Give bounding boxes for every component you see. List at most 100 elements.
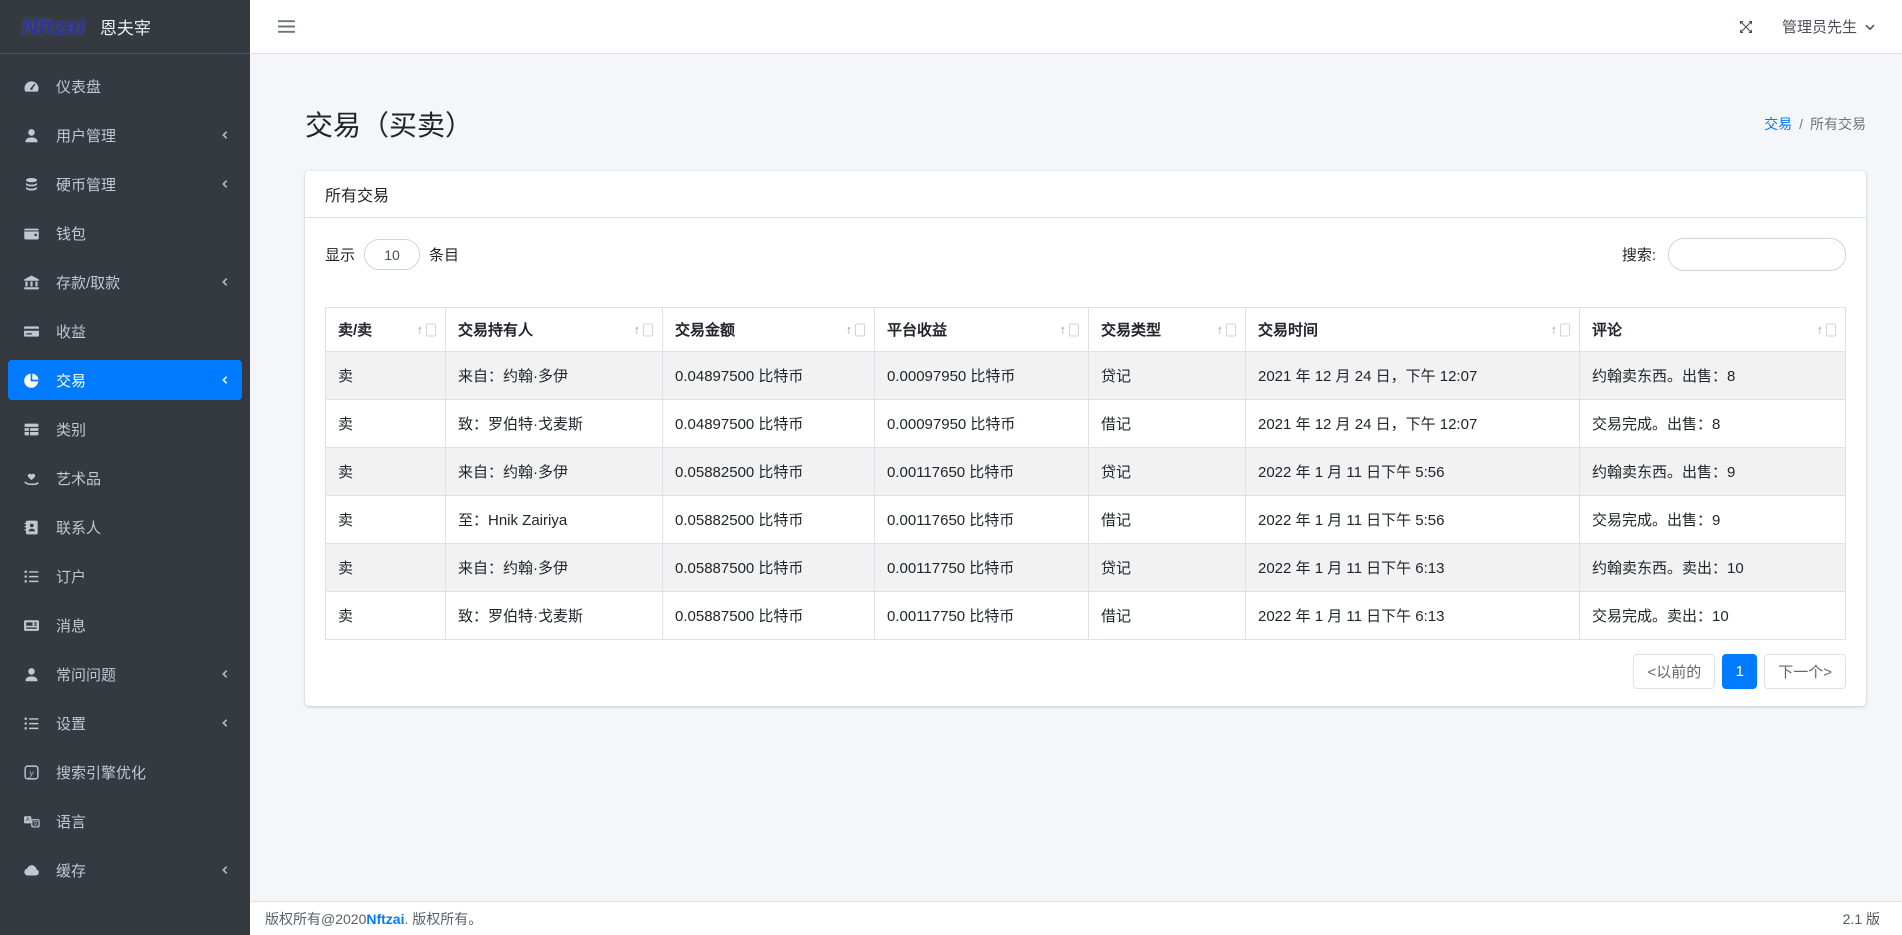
version-label: 2.1 版: [1843, 909, 1880, 929]
footer-brand-link[interactable]: Nftzai: [366, 911, 404, 927]
sort-arrow-icon: ↑: [1217, 323, 1236, 336]
table-row: 卖 至：Hnik Zairiya 0.05882500 比特币 0.001176…: [326, 496, 1846, 544]
previous-page-button[interactable]: <以前的: [1633, 654, 1715, 689]
cell-holder: 来自：约翰·多伊: [446, 448, 663, 496]
sidebar-item-label: 订户: [56, 566, 86, 587]
sidebar-item-categories[interactable]: 类别: [8, 409, 242, 449]
breadcrumb-separator: /: [1799, 116, 1803, 132]
sidebar-item-deposit-withdraw[interactable]: 存款/取款: [8, 262, 242, 302]
sidebar-item-label: 用户管理: [56, 125, 116, 146]
cell-holder: 来自：约翰·多伊: [446, 352, 663, 400]
next-page-button[interactable]: 下一个>: [1764, 654, 1846, 689]
column-header-sell[interactable]: 卖/卖↑: [326, 308, 446, 352]
bank-icon: [20, 274, 42, 291]
user-menu[interactable]: 管理员先生: [1782, 16, 1875, 37]
sidebar-item-contacts[interactable]: 联系人: [8, 507, 242, 547]
sidebar-item-earnings[interactable]: 收益: [8, 311, 242, 351]
svg-text:A: A: [25, 817, 29, 823]
length-suffix-label: 条目: [429, 244, 459, 265]
sidebar-item-artworks[interactable]: 艺术品: [8, 458, 242, 498]
newspaper-icon: [20, 617, 42, 634]
column-header-time[interactable]: 交易时间↑: [1246, 308, 1580, 352]
column-header-type[interactable]: 交易类型↑: [1089, 308, 1246, 352]
cell-type: 贷记: [1089, 352, 1246, 400]
menu-icon[interactable]: [277, 18, 296, 35]
pagination: <以前的 1 下一个>: [325, 654, 1846, 689]
sidebar-item-seo[interactable]: y 搜索引擎优化: [8, 752, 242, 792]
sidebar-item-label: 语言: [56, 811, 86, 832]
cell-holder: 至：Hnik Zairiya: [446, 496, 663, 544]
cell-amount: 0.05887500 比特币: [663, 544, 875, 592]
wallet-icon: [20, 225, 42, 242]
chevron-left-icon: [220, 277, 230, 287]
cell-platform-profit: 0.00117650 比特币: [875, 496, 1089, 544]
cell-platform-profit: 0.00097950 比特币: [875, 352, 1089, 400]
cell-time: 2022 年 1 月 11 日下午 5:56: [1246, 496, 1580, 544]
sidebar-item-cache[interactable]: 缓存: [8, 850, 242, 890]
sidebar-item-faq[interactable]: 常问问题: [8, 654, 242, 694]
expand-arrows-icon[interactable]: [1738, 19, 1754, 35]
column-header-holder[interactable]: 交易持有人↑: [446, 308, 663, 352]
sort-arrow-icon: ↑: [846, 323, 865, 336]
sidebar-item-dashboard[interactable]: 仪表盘: [8, 66, 242, 106]
brand-link[interactable]: Nftzai 恩夫宰: [0, 0, 250, 54]
transactions-table: 卖/卖↑ 交易持有人↑ 交易金额↑ 平台收益↑ 交易类型↑ 交易时间↑ 评论↑ …: [325, 307, 1846, 640]
cell-comment: 约翰卖东西。卖出：10: [1580, 544, 1846, 592]
sidebar-item-users[interactable]: 用户管理: [8, 115, 242, 155]
sidebar-item-subscribers[interactable]: 订户: [8, 556, 242, 596]
cloud-icon: [20, 862, 42, 879]
sidebar-item-transactions[interactable]: 交易: [8, 360, 242, 400]
sidebar-item-label: 存款/取款: [56, 272, 120, 293]
pie-chart-icon: [20, 372, 42, 389]
cell-platform-profit: 0.00117750 比特币: [875, 544, 1089, 592]
sidebar-item-label: 收益: [56, 321, 86, 342]
search-control: 搜索:: [1622, 238, 1846, 271]
table-row: 卖 致：罗伯特·戈麦斯 0.04897500 比特币 0.00097950 比特…: [326, 400, 1846, 448]
cell-comment: 约翰卖东西。出售：9: [1580, 448, 1846, 496]
page-1-button[interactable]: 1: [1722, 654, 1757, 689]
sidebar-item-label: 联系人: [56, 517, 101, 538]
sidebar-item-messages[interactable]: 消息: [8, 605, 242, 645]
column-header-amount[interactable]: 交易金额↑: [663, 308, 875, 352]
cell-comment: 交易完成。出售：8: [1580, 400, 1846, 448]
hand-heart-icon: [20, 470, 42, 487]
sidebar-item-label: 缓存: [56, 860, 86, 881]
cell-sell: 卖: [326, 496, 446, 544]
breadcrumb-current: 所有交易: [1810, 114, 1866, 134]
footer: 版权所有@2020 Nftzai . 版权所有。 2.1 版: [250, 901, 1902, 935]
cell-type: 借记: [1089, 400, 1246, 448]
sidebar-item-language[interactable]: A文 语言: [8, 801, 242, 841]
search-input[interactable]: [1668, 238, 1846, 271]
table-row: 卖 来自：约翰·多伊 0.05887500 比特币 0.00117750 比特币…: [326, 544, 1846, 592]
sidebar-item-label: 硬币管理: [56, 174, 116, 195]
cell-type: 贷记: [1089, 544, 1246, 592]
page-length-select[interactable]: 10: [364, 239, 420, 270]
sort-arrow-icon: ↑: [1551, 323, 1570, 336]
page-title: 交易（买卖）: [305, 104, 473, 144]
column-header-comment[interactable]: 评论↑: [1580, 308, 1846, 352]
chevron-left-icon: [220, 669, 230, 679]
sidebar: Nftzai 恩夫宰 仪表盘 用户管理 硬币管理 钱包 存款/取款: [0, 0, 250, 935]
sidebar-item-label: 交易: [56, 370, 86, 391]
length-prefix-label: 显示: [325, 244, 355, 265]
sidebar-item-label: 仪表盘: [56, 76, 101, 97]
app-logo: Nftzai: [22, 14, 85, 40]
sidebar-item-settings[interactable]: 设置: [8, 703, 242, 743]
chevron-left-icon: [220, 179, 230, 189]
chevron-left-icon: [220, 375, 230, 385]
table-header-row: 卖/卖↑ 交易持有人↑ 交易金额↑ 平台收益↑ 交易类型↑ 交易时间↑ 评论↑: [326, 308, 1846, 352]
sidebar-nav: 仪表盘 用户管理 硬币管理 钱包 存款/取款 收益 交易: [0, 54, 250, 935]
sidebar-item-wallet[interactable]: 钱包: [8, 213, 242, 253]
cell-time: 2021 年 12 月 24 日，下午 12:07: [1246, 400, 1580, 448]
sidebar-item-coins[interactable]: 硬币管理: [8, 164, 242, 204]
cell-type: 借记: [1089, 496, 1246, 544]
copyright-suffix: . 版权所有。: [404, 909, 482, 929]
table-list-icon: [20, 421, 42, 438]
table-row: 卖 来自：约翰·多伊 0.05882500 比特币 0.00117650 比特币…: [326, 448, 1846, 496]
column-header-platform-profit[interactable]: 平台收益↑: [875, 308, 1089, 352]
search-label: 搜索:: [1622, 244, 1656, 265]
sidebar-item-label: 类别: [56, 419, 86, 440]
card-body: 显示 10 条目 搜索:: [305, 218, 1866, 706]
breadcrumb-link-transactions[interactable]: 交易: [1764, 114, 1792, 134]
user-icon: [20, 666, 42, 683]
